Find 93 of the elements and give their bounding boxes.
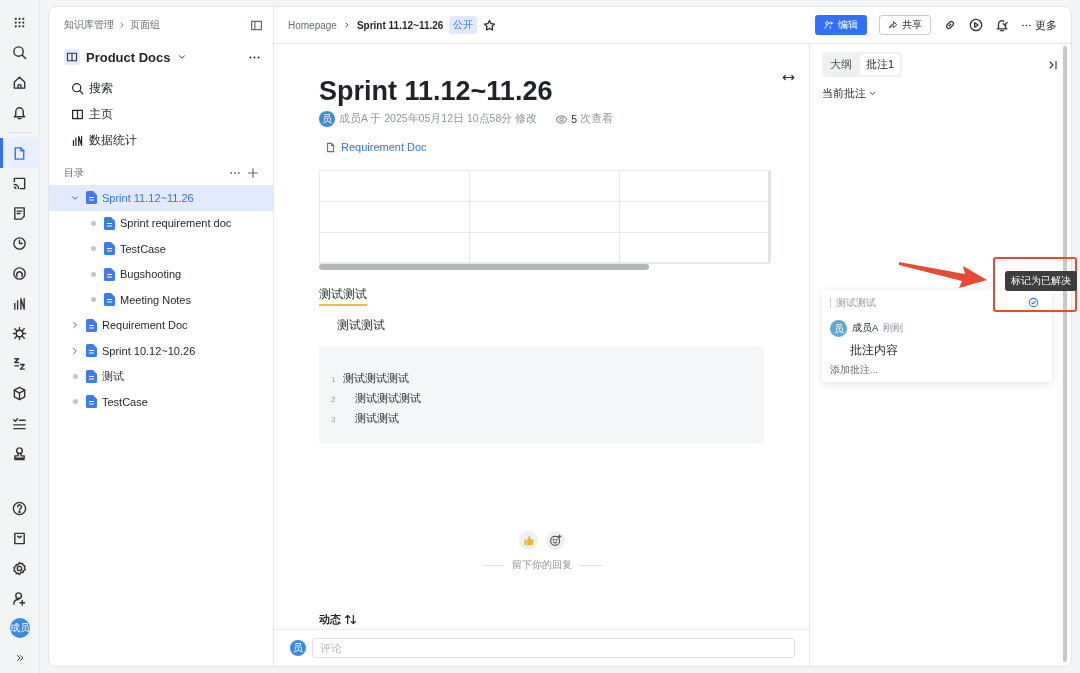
code-line: 测试测试测试: [354, 392, 421, 406]
visibility-badge: 公开: [449, 16, 478, 34]
comment-text: 批注内容: [850, 342, 899, 359]
tree-item[interactable]: Sprint 10.12~10.26: [49, 338, 273, 364]
document-icon: [86, 318, 97, 332]
section-label: 目录: [64, 166, 84, 180]
resolve-icon[interactable]: [1028, 296, 1039, 308]
code-line: 测试测试: [354, 412, 399, 426]
bell-icon[interactable]: [995, 18, 1009, 32]
add-reaction-icon[interactable]: [545, 531, 565, 550]
line-number: 1: [331, 374, 337, 384]
sidebar-item[interactable]: 数据统计: [49, 127, 273, 153]
breadcrumb-current: Sprint 11.12~11.26: [356, 19, 444, 31]
heading: 测试测试: [319, 287, 367, 306]
collapse-panel-icon[interactable]: [1047, 58, 1059, 71]
smile-icon: [548, 534, 562, 547]
document-title: Sprint 11.12~11.26: [319, 75, 554, 108]
space-title[interactable]: Product Docs: [86, 49, 171, 65]
line-number: 2: [331, 394, 337, 404]
search-icon: [71, 81, 84, 95]
people-icon: [824, 20, 834, 30]
document-icon: [86, 369, 97, 383]
edit-info: 成员A 于 2025年05月12日 10点58分 修改: [339, 112, 538, 126]
view-count: 5: [571, 113, 577, 125]
tree-item[interactable]: TestCase: [49, 389, 273, 415]
chevron-icon: [118, 21, 126, 29]
sort-icon[interactable]: [344, 613, 357, 626]
reply-field[interactable]: 添加批注...: [830, 364, 1039, 377]
panel-tab[interactable]: 批注1: [860, 54, 901, 75]
comment-author: 成员A: [852, 322, 879, 335]
bullet-icon: [90, 297, 96, 303]
user-avatar: 员: [830, 320, 847, 337]
section-title: 动态: [319, 612, 341, 627]
panel-tab[interactable]: 大纲: [824, 54, 858, 75]
document-icon: [86, 344, 97, 358]
view-label: 次查看: [580, 112, 613, 126]
chevron-icon[interactable]: [70, 320, 80, 331]
quoted-text: 测试测试: [836, 296, 876, 310]
document-icon: [86, 395, 97, 409]
bullet-icon: [90, 220, 96, 226]
tooltip: 标记为已解决: [1005, 271, 1077, 291]
chevron-icon[interactable]: [70, 345, 80, 356]
breadcrumb-link[interactable]: Homepage: [288, 19, 337, 31]
tree-item[interactable]: Sprint 11.12~11.26: [49, 185, 273, 211]
play-icon[interactable]: [969, 18, 983, 32]
document-icon[interactable]: [0, 138, 40, 168]
document-link[interactable]: Requirement Doc: [325, 141, 764, 153]
sidebar-item[interactable]: 搜索: [49, 75, 273, 101]
thumbs-up-icon[interactable]: [518, 531, 538, 550]
document-icon: [86, 191, 97, 205]
star-icon[interactable]: [483, 18, 497, 32]
tree-item[interactable]: TestCase: [49, 236, 273, 262]
document-icon: [104, 293, 115, 307]
breadcrumb-link[interactable]: 页面组: [130, 18, 160, 32]
chevron-icon[interactable]: [176, 52, 187, 62]
share-button[interactable]: 共享: [879, 15, 931, 35]
sidebar-toggle-icon[interactable]: [250, 18, 263, 32]
comment-field[interactable]: 评论: [312, 638, 795, 658]
document-icon: [104, 267, 115, 281]
tree-item[interactable]: 测试: [49, 363, 273, 389]
filter-dropdown[interactable]: 当前批注: [822, 86, 1059, 101]
book-icon: [71, 107, 84, 121]
edit-button[interactable]: 编辑: [815, 15, 867, 35]
bullet-icon: [72, 373, 78, 379]
user-avatar[interactable]: 成员: [9, 618, 30, 638]
chevron-icon: [868, 89, 877, 98]
document-icon: [104, 216, 115, 230]
bullet-icon: [72, 399, 78, 405]
paragraph: 测试测试: [337, 318, 386, 333]
add-icon[interactable]: [247, 167, 259, 179]
document-icon: [104, 242, 115, 256]
document-icon: [325, 141, 336, 153]
comment-time: 刚刚: [883, 322, 904, 335]
link-icon[interactable]: [943, 18, 957, 32]
bar-chart-icon: [71, 133, 84, 147]
bullet-icon: [90, 246, 96, 252]
code-line: 测试测试测试: [343, 372, 409, 386]
sidebar-item[interactable]: 主页: [49, 101, 273, 127]
tree-item[interactable]: Meeting Notes: [49, 287, 273, 313]
breadcrumb-link[interactable]: 知识库管理: [64, 18, 114, 32]
user-avatar: 员: [319, 111, 335, 127]
scrollbar[interactable]: [319, 264, 649, 270]
tree-item[interactable]: Sprint requirement doc: [49, 210, 273, 236]
user-avatar: 员: [290, 640, 306, 656]
more-button[interactable]: 更多: [1021, 17, 1057, 33]
bullet-icon: [90, 271, 96, 277]
share-icon: [888, 20, 898, 30]
line-number: 3: [331, 414, 337, 424]
chevrons-icon: [14, 653, 25, 663]
eye-icon: [555, 112, 569, 126]
reply-prompt: 留下你的回复: [511, 559, 572, 572]
tree-item[interactable]: Requirement Doc: [49, 312, 273, 338]
tree-item[interactable]: Bugshooting: [49, 261, 273, 287]
